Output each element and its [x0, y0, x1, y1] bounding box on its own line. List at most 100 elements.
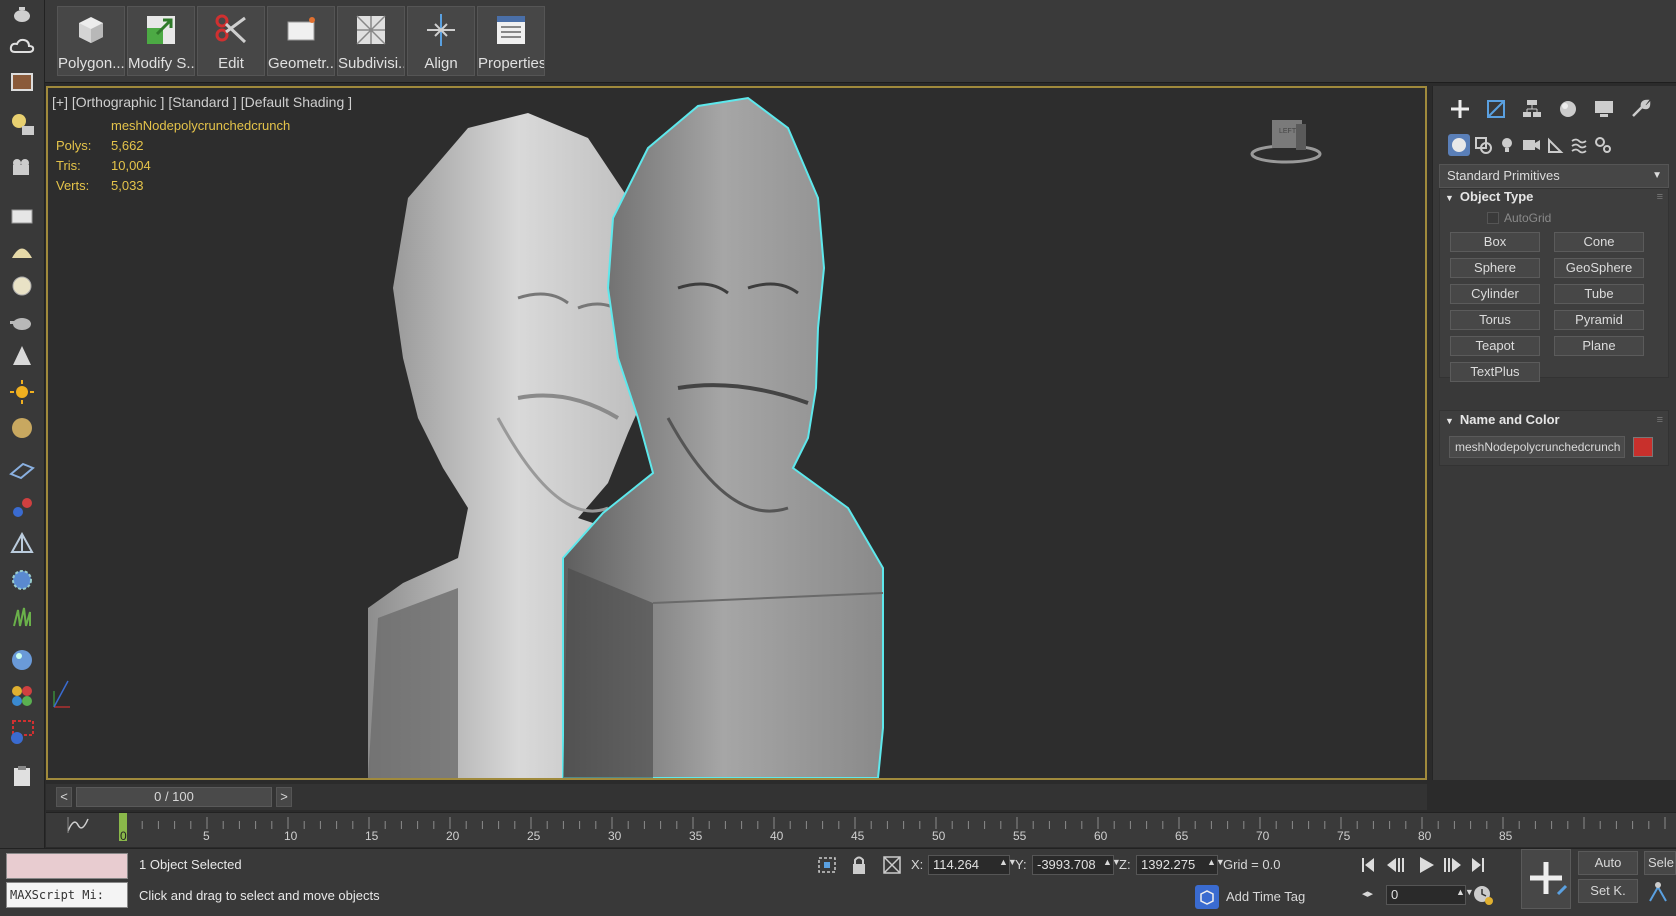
properties-label: Properties [478, 55, 544, 72]
light-bulb-icon[interactable] [8, 110, 36, 138]
grid-size-text: Grid = 0.0 [1223, 857, 1281, 872]
autogrid-checkbox-box[interactable] [1487, 212, 1499, 224]
render-frame-icon[interactable] [8, 68, 36, 96]
gear-sphere-icon[interactable] [8, 566, 36, 594]
textplus-button[interactable]: TextPlus [1450, 362, 1540, 382]
tick-label: 5 [203, 829, 210, 843]
isolate-selection-icon[interactable] [816, 855, 838, 875]
tube-button[interactable]: Tube [1554, 284, 1644, 304]
align-button[interactable]: Align [407, 6, 475, 76]
sun-icon[interactable] [8, 378, 36, 406]
track-bar[interactable]: 0 5 10 15 20 25 30 35 40 45 50 55 60 65 70 75 80 85 [46, 812, 1676, 847]
hemisphere-icon[interactable] [8, 238, 36, 266]
cloud-icon[interactable] [8, 32, 36, 60]
maxscript-listener-pink[interactable] [6, 853, 128, 879]
viewcube[interactable]: LEFT [1248, 116, 1324, 166]
molecule-icon[interactable] [8, 494, 36, 522]
lights-category-icon[interactable] [1496, 134, 1518, 156]
auto-key-button[interactable]: Auto [1578, 851, 1638, 875]
teapot-button[interactable]: Teapot [1450, 336, 1540, 356]
cylinder-button[interactable]: Cylinder [1450, 284, 1540, 304]
time-config-icon[interactable] [1472, 884, 1494, 906]
set-key-button[interactable] [1521, 849, 1571, 909]
align-icon [427, 14, 455, 46]
shapes-category-icon[interactable] [1472, 134, 1494, 156]
rollout-menu-icon[interactable]: ≡ [1657, 409, 1663, 431]
object-color-swatch[interactable] [1633, 437, 1653, 457]
name-color-rollout-header[interactable]: ▼ Name and Color ≡ [1439, 409, 1669, 431]
chevron-down-icon: ▼ [1652, 170, 1662, 181]
properties-button[interactable]: Properties [477, 6, 545, 76]
grass-icon[interactable] [8, 602, 36, 630]
rollout-menu-icon[interactable]: ≡ [1657, 186, 1663, 208]
pyramid-button[interactable]: Pyramid [1554, 310, 1644, 330]
next-frame-button[interactable]: > [276, 787, 292, 807]
next-key-icon[interactable] [1444, 858, 1461, 872]
add-time-tag-label[interactable]: Add Time Tag [1226, 889, 1305, 904]
tick-label: 25 [527, 829, 541, 843]
box-button[interactable]: Box [1450, 232, 1540, 252]
object-type-rollout-header[interactable]: ▼ Object Type ≡ [1439, 186, 1669, 208]
geometry-button[interactable]: Geometr... [267, 6, 335, 76]
go-to-start-icon[interactable] [1362, 858, 1374, 872]
cameras-category-icon[interactable] [1520, 134, 1542, 156]
primitive-type-dropdown[interactable]: Standard Primitives ▼ [1439, 164, 1669, 188]
geosphere-button[interactable]: GeoSphere [1554, 258, 1644, 278]
clipboard-icon[interactable] [8, 762, 36, 790]
set-key-mode-button[interactable]: Set K. [1578, 879, 1638, 903]
grid-tiles-icon[interactable] [8, 456, 36, 484]
hierarchy-tab-icon[interactable] [1517, 96, 1547, 122]
cone-button[interactable]: Cone [1554, 232, 1644, 252]
plane-button[interactable]: Plane [1554, 336, 1644, 356]
prev-key-icon[interactable] [1387, 858, 1404, 872]
object-name-field[interactable]: meshNodepolycrunchedcrunch [1449, 436, 1625, 458]
display-tab-monitor-icon[interactable] [1589, 96, 1619, 122]
y-coord-field[interactable]: -3993.708 [1032, 855, 1114, 875]
geometry-category-sphere-icon[interactable] [1448, 134, 1470, 156]
tick-ruler [118, 815, 1676, 829]
current-frame-field[interactable]: 0 [1386, 885, 1466, 905]
space-warps-category-icon[interactable] [1568, 134, 1590, 156]
time-slider-thumb[interactable]: 0 / 100 [76, 787, 272, 807]
collapse-triangle-icon: ▼ [1445, 416, 1454, 426]
selection-set-dropdown[interactable]: Sele [1644, 851, 1676, 875]
play-icon[interactable] [1420, 857, 1434, 873]
cone-icon[interactable] [8, 342, 36, 370]
key-mode-toggle-icon[interactable]: ◂▸ [1362, 887, 1373, 900]
time-tag-icon[interactable] [1195, 885, 1219, 909]
create-tab-plus-icon[interactable] [1445, 96, 1475, 122]
subdivision-button[interactable]: Subdivisi... [337, 6, 405, 76]
helpers-category-icon[interactable] [1544, 134, 1566, 156]
teapot-icon[interactable] [8, 0, 36, 28]
camera-icon[interactable] [8, 154, 36, 182]
sphere-button[interactable]: Sphere [1450, 258, 1540, 278]
edit-button[interactable]: Edit [197, 6, 265, 76]
curve-editor-icon[interactable] [66, 815, 92, 835]
key-filters-icon[interactable] [1646, 879, 1672, 905]
teapot-small-icon[interactable] [8, 308, 36, 336]
lock-icon[interactable] [850, 854, 868, 876]
pyramid-wire-icon[interactable] [8, 530, 36, 558]
x-coord-field[interactable]: 114.264 [928, 855, 1010, 875]
torus-button[interactable]: Torus [1450, 310, 1540, 330]
maxscript-mini-listener[interactable]: MAXScript Mi: [6, 882, 128, 908]
playback-controls [1362, 857, 1484, 873]
polygon-modeling-button[interactable]: Polygon... [57, 6, 125, 76]
sphere-material-icon[interactable] [8, 414, 36, 442]
glass-sphere-icon[interactable] [8, 646, 36, 674]
absolute-mode-icon[interactable] [881, 854, 903, 876]
region-select-icon[interactable] [8, 718, 36, 746]
autogrid-checkbox[interactable]: AutoGrid [1487, 211, 1551, 225]
motion-tab-icon[interactable] [1553, 96, 1583, 122]
modify-selection-button[interactable]: Modify S... [127, 6, 195, 76]
modify-tab-icon[interactable] [1481, 96, 1511, 122]
color-balls-icon[interactable] [8, 682, 36, 710]
prev-frame-button[interactable]: < [56, 787, 72, 807]
disc-icon[interactable] [8, 272, 36, 300]
systems-category-gears-icon[interactable] [1592, 134, 1614, 156]
utilities-tab-wrench-icon[interactable] [1625, 96, 1655, 122]
z-coord-field[interactable]: 1392.275 [1136, 855, 1218, 875]
viewport-orthographic[interactable]: [+] [Orthographic ] [Standard ] [Default… [46, 86, 1427, 780]
go-to-end-icon[interactable] [1472, 858, 1484, 872]
plane-icon[interactable] [8, 202, 36, 230]
